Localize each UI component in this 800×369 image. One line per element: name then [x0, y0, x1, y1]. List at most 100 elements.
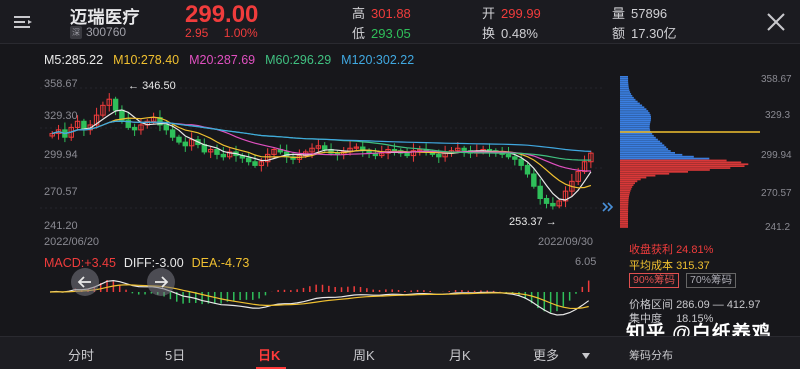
chip-bar: [620, 102, 640, 105]
close-icon[interactable]: [766, 12, 786, 32]
chip-bar: [620, 197, 629, 200]
chip-bar: [620, 81, 629, 84]
ma10-value: M10:278.40: [113, 53, 180, 67]
chip-bar: [620, 148, 669, 150]
chip-bar: [620, 191, 630, 194]
chip-bar: [620, 85, 629, 88]
current-price: 299.00: [185, 1, 259, 28]
chip-bar: [620, 100, 638, 103]
menu-icon[interactable]: [12, 12, 34, 32]
low-annotation: 253.37 →: [509, 216, 557, 228]
quote-high: 高 301.88: [352, 6, 411, 21]
chip-bar: [620, 98, 636, 101]
chip-bar: [620, 186, 633, 188]
tab-monthly-k[interactable]: 月K: [449, 345, 471, 364]
period-tabbar: 分时 5日 日K 周K 月K 更多 筹码分布: [0, 336, 800, 369]
candle: [531, 173, 537, 187]
chip-bar: [620, 133, 653, 135]
chip-90-tab[interactable]: 90%筹码: [629, 273, 680, 288]
start-date: 2022/06/20: [44, 236, 100, 248]
chip-bar: [620, 123, 650, 126]
expand-panel-icon[interactable]: [600, 200, 614, 214]
chip-bar: [620, 136, 656, 139]
chip-bar: [620, 224, 628, 226]
chip-bar: [620, 188, 632, 190]
tab-intraday[interactable]: 分时: [68, 345, 94, 364]
quote-header: 迈瑞医疗 深 300760 299.00 2.95 1.00% 高 301.88 …: [0, 0, 800, 44]
chip-bar: [620, 169, 710, 171]
candle: [220, 153, 227, 158]
candlestick-chart[interactable]: [40, 72, 605, 232]
candle: [512, 156, 518, 160]
tab-daily-k[interactable]: 日K: [258, 345, 280, 364]
chip-bar: [620, 199, 629, 202]
chip-bar: [620, 209, 629, 211]
price-axis-label: 358.67: [44, 78, 78, 90]
chip-bar: [620, 176, 647, 179]
chip-bar: [620, 193, 630, 196]
quote-low: 低 293.05: [352, 26, 411, 41]
chip-bar: [620, 93, 632, 95]
chip-axis-label: 358.67: [761, 74, 792, 85]
quote-open: 开 299.99: [482, 6, 541, 21]
profit-ratio: 收盘获利 24.81%: [629, 244, 714, 256]
chip-bar: [620, 171, 688, 173]
chip-bar: [620, 159, 727, 162]
chip-bar: [620, 155, 694, 158]
chip-bar: [620, 77, 629, 80]
chip-bar: [620, 182, 635, 185]
scroll-left-button[interactable]: [71, 268, 99, 296]
chip-bar: [620, 87, 629, 90]
scroll-right-button[interactable]: [147, 268, 175, 296]
price-axis-label: 241.20: [44, 220, 78, 232]
chip-axis-label: 270.57: [761, 188, 792, 199]
chip-bar: [620, 212, 628, 215]
chip-bar: [620, 83, 629, 86]
candle: [543, 198, 550, 204]
chip-bar: [620, 114, 651, 116]
high-annotation: ← 346.50: [128, 80, 176, 92]
chip-bar: [620, 144, 665, 147]
tab-weekly-k[interactable]: 周K: [353, 345, 375, 364]
chip-bar: [620, 222, 628, 224]
tab-5day[interactable]: 5日: [165, 345, 185, 364]
chip-bar: [620, 150, 671, 152]
chip-bar: [620, 138, 658, 141]
chip-bar: [620, 201, 629, 204]
chip-bar: [620, 178, 641, 181]
chip-bar: [620, 174, 656, 177]
candle: [131, 126, 138, 131]
quote-turnover: 换 0.48%: [482, 26, 538, 41]
macd-chart[interactable]: [40, 270, 605, 332]
exchange-badge: 深: [70, 25, 82, 39]
quote-volume: 量 57896: [612, 6, 668, 21]
chip-bar: [620, 207, 629, 209]
price-axis-label: 329.30: [44, 110, 78, 122]
chip-bar: [620, 117, 651, 120]
chip-bar: [620, 163, 749, 166]
chip-distribution-label: 筹码分布: [629, 350, 673, 362]
stock-code-row: 深 300760: [70, 25, 126, 39]
price-change-pct: 1.00%: [223, 26, 258, 40]
chip-bar: [620, 119, 651, 122]
chip-bar: [620, 95, 633, 97]
ma120-line: [52, 120, 591, 152]
tab-more[interactable]: 更多: [533, 345, 591, 364]
chip-bar: [620, 104, 643, 107]
ma60-value: M60:296.29: [265, 53, 332, 67]
chip-bar: [620, 108, 647, 110]
quote-amount: 额 17.30亿: [612, 26, 677, 41]
candle: [505, 153, 512, 158]
chip-bar: [620, 146, 667, 148]
chip-axis-label: 241.2: [765, 222, 791, 233]
chip-bar: [620, 172, 670, 175]
chip-70-tab[interactable]: 70%筹码: [686, 273, 737, 288]
chip-bar: [620, 214, 628, 217]
chip-bar: [620, 220, 628, 223]
macd-scale-top: 6.05: [575, 256, 597, 268]
chip-bar: [620, 153, 683, 156]
chip-bar: [620, 134, 654, 137]
chip-bar: [620, 140, 661, 143]
chip-bar: [620, 184, 634, 186]
candle: [461, 147, 467, 152]
